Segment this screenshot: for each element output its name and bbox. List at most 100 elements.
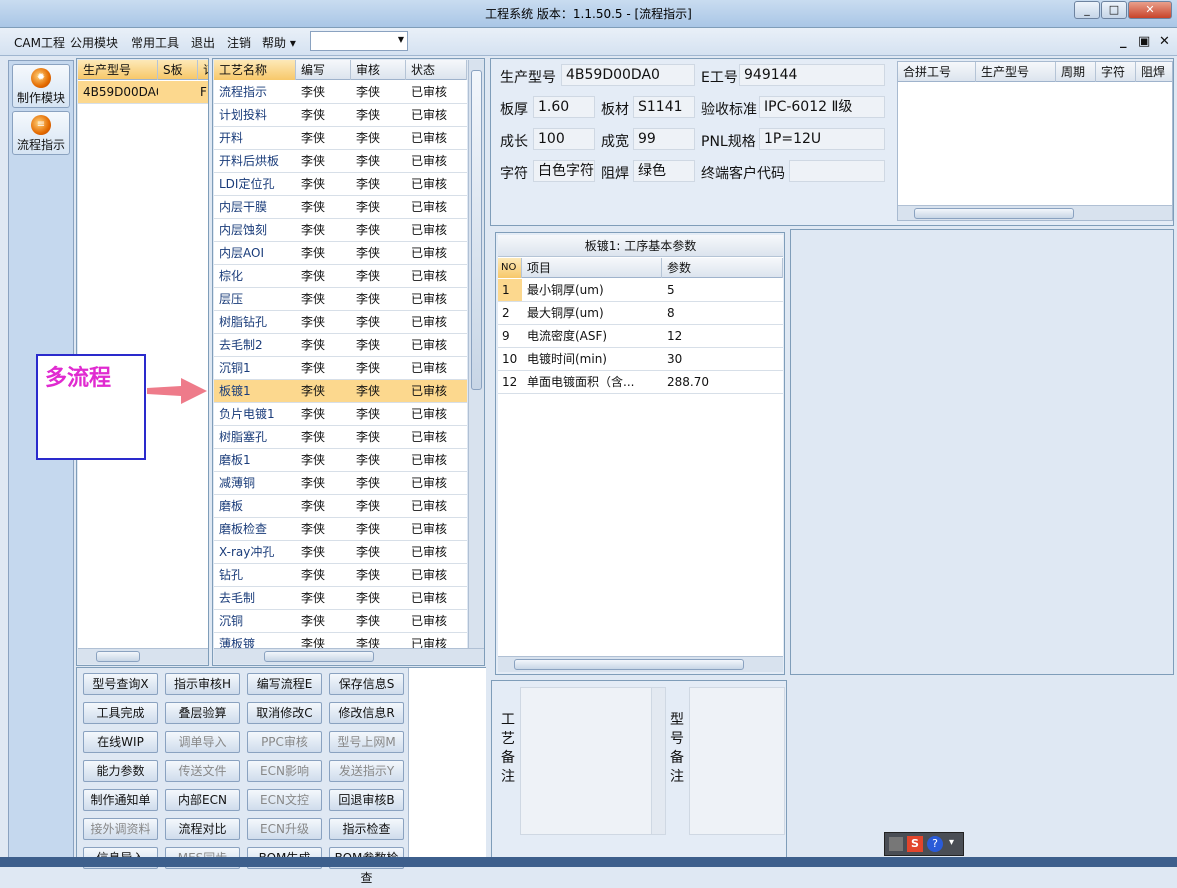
action-button[interactable]: 回退审核B <box>329 789 404 811</box>
table-row[interactable]: 去毛制2 李侠 李侠 已审核 <box>214 334 467 357</box>
customer-code-field[interactable] <box>789 160 885 182</box>
table-row[interactable]: 1 最小铜厚(um) 5 <box>498 279 783 302</box>
column-header[interactable]: 编写 <box>296 60 351 80</box>
table-row[interactable]: 内层蚀刻 李侠 李侠 已审核 <box>214 219 467 242</box>
horizontal-scrollbar[interactable] <box>498 656 783 672</box>
table-row[interactable]: 2 最大铜厚(um) 8 <box>498 302 783 325</box>
action-button[interactable]: 制作通知单 <box>83 789 158 811</box>
column-header[interactable]: 字符 <box>1096 62 1136 82</box>
table-row[interactable]: 层压 李侠 李侠 已审核 <box>214 288 467 311</box>
column-header[interactable]: 状态 <box>406 60 467 80</box>
action-button[interactable]: 型号查询X <box>83 673 158 695</box>
solder-mask-field[interactable]: 绿色 <box>633 160 695 182</box>
action-button[interactable]: PPC审核 <box>247 731 322 753</box>
action-button[interactable]: 接外调资料 <box>83 818 158 840</box>
action-button[interactable]: 调单导入 <box>165 731 240 753</box>
close-button[interactable]: ✕ <box>1128 1 1172 19</box>
menu-common-tools[interactable]: 常用工具 <box>131 34 179 51</box>
action-button[interactable]: 传送文件 <box>165 760 240 782</box>
mdi-restore-button[interactable]: ▣ <box>1138 34 1150 49</box>
vertical-scrollbar[interactable] <box>651 688 665 834</box>
mdi-minimize-button[interactable]: _ <box>1120 34 1127 49</box>
model-field[interactable]: 4B59D00DA0 <box>561 64 695 86</box>
toolbar-combo[interactable]: ▼ <box>310 31 408 51</box>
table-row[interactable]: 磨板1 李侠 李侠 已审核 <box>214 449 467 472</box>
horizontal-scrollbar[interactable] <box>214 648 484 664</box>
action-button[interactable]: 编写流程E <box>247 673 322 695</box>
column-header[interactable]: 生产型号 <box>976 62 1056 82</box>
width-field[interactable]: 99 <box>633 128 695 150</box>
table-row[interactable]: 10 电镀时间(min) 30 <box>498 348 783 371</box>
column-header[interactable]: 订 <box>198 60 208 80</box>
table-row[interactable]: 开料 李侠 李侠 已审核 <box>214 127 467 150</box>
length-field[interactable]: 100 <box>533 128 595 150</box>
ime-toolbar[interactable]: S ? ▾ <box>884 832 964 856</box>
column-header[interactable]: 参数 <box>662 258 783 278</box>
action-button[interactable]: 型号上网M <box>329 731 404 753</box>
scroll-thumb[interactable] <box>914 208 1074 219</box>
process-remark-field[interactable] <box>520 687 666 835</box>
action-button[interactable]: ECN影响 <box>247 760 322 782</box>
column-header[interactable]: S板 <box>158 60 198 80</box>
action-button[interactable]: ECN升级 <box>247 818 322 840</box>
table-row[interactable]: 负片电镀1 李侠 李侠 已审核 <box>214 403 467 426</box>
scroll-thumb[interactable] <box>96 651 140 662</box>
material-field[interactable]: S1141 <box>633 96 695 118</box>
table-row[interactable]: 棕化 李侠 李侠 已审核 <box>214 265 467 288</box>
scroll-thumb[interactable] <box>264 651 374 662</box>
table-row[interactable]: 磨板 李侠 李侠 已审核 <box>214 495 467 518</box>
table-row[interactable]: 内层AOI 李侠 李侠 已审核 <box>214 242 467 265</box>
help-icon[interactable]: ? <box>927 836 943 852</box>
action-button[interactable]: 流程对比 <box>165 818 240 840</box>
table-row[interactable]: 去毛制 李侠 李侠 已审核 <box>214 587 467 610</box>
e-number-field[interactable]: 949144 <box>739 64 885 86</box>
action-button[interactable]: 取消修改C <box>247 702 322 724</box>
action-button[interactable]: 能力参数 <box>83 760 158 782</box>
table-row[interactable]: 9 电流密度(ASF) 12 <box>498 325 783 348</box>
column-header[interactable]: 工艺名称 <box>214 60 296 80</box>
table-row[interactable]: 薄板镀 李侠 李侠 已审核 <box>214 633 467 648</box>
pnl-field[interactable]: 1P=12U <box>759 128 885 150</box>
action-button[interactable]: 修改信息R <box>329 702 404 724</box>
sidebar-item-flow-instruction[interactable]: ≡ 流程指示 <box>12 111 70 155</box>
table-row[interactable]: 开料后烘板 李侠 李侠 已审核 <box>214 150 467 173</box>
maximize-button[interactable]: □ <box>1101 1 1127 19</box>
legend-field[interactable]: 白色字符 <box>533 160 595 182</box>
column-header[interactable]: 合拼工号 <box>898 62 976 82</box>
column-header[interactable]: 审核 <box>351 60 406 80</box>
vertical-scrollbar[interactable] <box>468 60 484 648</box>
table-row[interactable]: 流程指示 李侠 李侠 已审核 <box>214 81 467 104</box>
model-remark-field[interactable] <box>689 687 785 835</box>
action-button[interactable]: 在线WIP <box>83 731 158 753</box>
chevron-down-icon[interactable]: ▾ <box>949 837 954 848</box>
menu-cam[interactable]: CAM工程 <box>14 34 65 51</box>
table-row[interactable]: 树脂塞孔 李侠 李侠 已审核 <box>214 426 467 449</box>
table-row[interactable]: 计划投料 李侠 李侠 已审核 <box>214 104 467 127</box>
action-button[interactable]: ECN文控 <box>247 789 322 811</box>
column-header[interactable]: 项目 <box>522 258 662 278</box>
table-row[interactable]: 钻孔 李侠 李侠 已审核 <box>214 564 467 587</box>
table-row[interactable]: 沉铜1 李侠 李侠 已审核 <box>214 357 467 380</box>
action-button[interactable]: 内部ECN <box>165 789 240 811</box>
minimize-button[interactable]: _ <box>1074 1 1100 19</box>
action-button[interactable]: 保存信息S <box>329 673 404 695</box>
thickness-field[interactable]: 1.60 <box>533 96 595 118</box>
horizontal-scrollbar[interactable] <box>78 648 208 664</box>
table-row[interactable]: X-ray冲孔 李侠 李侠 已审核 <box>214 541 467 564</box>
standard-field[interactable]: IPC-6012 Ⅱ级 <box>759 96 885 118</box>
menu-public-modules[interactable]: 公用模块 <box>70 34 118 51</box>
action-button[interactable]: 指示检查 <box>329 818 404 840</box>
column-header[interactable]: 生产型号 <box>78 60 158 80</box>
table-row[interactable]: 沉铜 李侠 李侠 已审核 <box>214 610 467 633</box>
menu-help[interactable]: 帮助 ▾ <box>262 34 296 51</box>
table-row[interactable]: 树脂钻孔 李侠 李侠 已审核 <box>214 311 467 334</box>
table-row[interactable]: 12 单面电镀面积（含... 288.70 <box>498 371 783 394</box>
column-header[interactable]: 阻焊 <box>1136 62 1172 82</box>
column-header[interactable]: NO <box>498 258 522 278</box>
table-row[interactable]: LDI定位孔 李侠 李侠 已审核 <box>214 173 467 196</box>
mdi-close-button[interactable]: ✕ <box>1159 34 1170 49</box>
column-header[interactable]: 周期 <box>1056 62 1096 82</box>
action-button[interactable]: 工具完成 <box>83 702 158 724</box>
table-row[interactable]: 板镀1 李侠 李侠 已审核 <box>214 380 467 403</box>
action-button[interactable]: 叠层验算 <box>165 702 240 724</box>
